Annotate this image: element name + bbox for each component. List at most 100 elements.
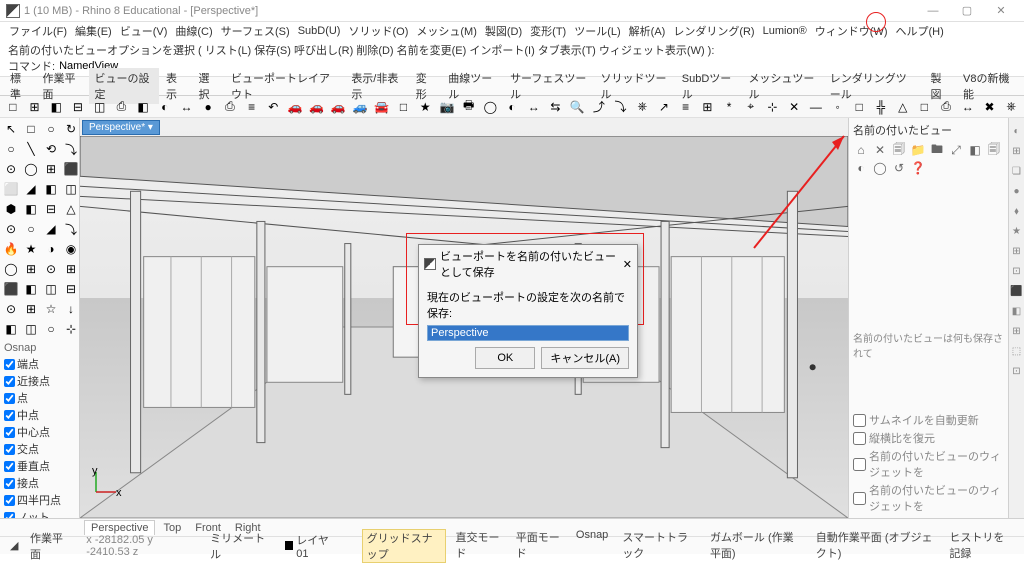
panel-tab-icon[interactable]: ⬛: [1010, 284, 1024, 298]
tool-icon[interactable]: —: [807, 98, 825, 116]
tool-icon[interactable]: *: [720, 98, 738, 116]
tool-icon[interactable]: □: [4, 98, 22, 116]
menu-item[interactable]: ツール(L): [571, 23, 623, 39]
tool-icon[interactable]: ⊟: [62, 280, 80, 298]
tool-icon[interactable]: ↔: [178, 98, 196, 116]
tool-icon[interactable]: ⎈: [1002, 98, 1020, 116]
status-toggle[interactable]: 直交モード: [452, 529, 506, 563]
tool-icon[interactable]: ⤴: [590, 98, 608, 116]
panel-tab-icon[interactable]: ⊞: [1010, 244, 1024, 258]
tool-icon[interactable]: □: [395, 98, 413, 116]
tool-icon[interactable]: ◧: [42, 180, 60, 198]
tool-icon[interactable]: 🚙: [351, 98, 369, 116]
tool-icon[interactable]: 📷: [438, 98, 456, 116]
status-toggle[interactable]: ヒストリを記録: [945, 529, 1018, 563]
status-cplane[interactable]: 作業平面: [26, 530, 72, 562]
namedview-option[interactable]: 名前の付いたビューのウィジェットを: [853, 482, 1004, 514]
dialog-close-button[interactable]: ✕: [623, 258, 632, 271]
tool-icon[interactable]: ⊞: [22, 260, 40, 278]
tool-icon[interactable]: ◧: [2, 320, 20, 338]
osnap-item[interactable]: 接点: [4, 475, 75, 491]
status-toggle[interactable]: スマートトラック: [618, 529, 700, 563]
tool-icon[interactable]: ○: [22, 220, 40, 238]
tool-icon[interactable]: ⎙: [221, 98, 239, 116]
panel-tab-icon[interactable]: ★: [1010, 224, 1024, 238]
tool-icon[interactable]: ⤵: [62, 140, 80, 158]
tool-icon[interactable]: ⬢: [2, 200, 20, 218]
tool-icon[interactable]: ⊹: [764, 98, 782, 116]
osnap-item[interactable]: 四半円点: [4, 492, 75, 508]
namedview-icon[interactable]: 📁: [910, 142, 926, 158]
tool-icon[interactable]: ★: [416, 98, 434, 116]
tool-icon[interactable]: ◑: [42, 240, 60, 258]
min-button[interactable]: —: [916, 1, 950, 21]
tool-icon[interactable]: ◫: [42, 280, 60, 298]
tool-icon[interactable]: ◯: [2, 260, 20, 278]
tool-icon[interactable]: ⤵: [612, 98, 630, 116]
tool-icon[interactable]: ⬛: [2, 280, 20, 298]
status-toggle[interactable]: グリッドスナップ: [362, 529, 446, 563]
tool-icon[interactable]: ⎈: [633, 98, 651, 116]
tool-icon[interactable]: ↔: [959, 98, 977, 116]
tool-icon[interactable]: ◧: [134, 98, 152, 116]
tool-icon[interactable]: □: [850, 98, 868, 116]
panel-tab-icon[interactable]: ◧: [1010, 304, 1024, 318]
panel-tab-icon[interactable]: ⊡: [1010, 264, 1024, 278]
dialog-cancel-button[interactable]: キャンセル(A): [541, 347, 629, 369]
status-toggle[interactable]: 平面モード: [512, 529, 566, 563]
tool-icon[interactable]: ⊙: [2, 160, 20, 178]
tool-icon[interactable]: ◧: [22, 280, 40, 298]
namedview-icon[interactable]: ⤢: [948, 142, 964, 158]
save-namedview-icon[interactable]: ⌂: [853, 142, 869, 158]
tool-icon[interactable]: ↗: [655, 98, 673, 116]
tool-icon[interactable]: ✖: [981, 98, 999, 116]
tool-icon[interactable]: ◧: [22, 200, 40, 218]
tool-icon[interactable]: ↖: [2, 120, 20, 138]
osnap-item[interactable]: 点: [4, 390, 75, 406]
namedview-icon[interactable]: ✕: [872, 142, 888, 158]
panel-tab-icon[interactable]: ●: [1010, 184, 1024, 198]
namedview-icon[interactable]: 🖿: [929, 142, 945, 158]
panel-tab-icon[interactable]: ⬧: [1010, 204, 1024, 218]
tool-icon[interactable]: ◯: [481, 98, 499, 116]
tool-icon[interactable]: ⊹: [62, 320, 80, 338]
osnap-item[interactable]: 交点: [4, 441, 75, 457]
viewport-label[interactable]: Perspective* ▾: [82, 120, 160, 135]
menu-item[interactable]: SubD(U): [295, 25, 344, 37]
tool-icon[interactable]: ╬: [872, 98, 890, 116]
tool-icon[interactable]: ⬜: [2, 180, 20, 198]
status-toggle[interactable]: 自動作業平面 (オブジェクト): [812, 529, 940, 563]
menu-item[interactable]: ウィンドウ(W): [812, 23, 891, 39]
namedview-icon[interactable]: 🗐: [891, 142, 907, 158]
tool-icon[interactable]: ⟲: [42, 140, 60, 158]
tool-icon[interactable]: ⊞: [22, 300, 40, 318]
tool-icon[interactable]: ⎙: [937, 98, 955, 116]
tool-icon[interactable]: ◫: [91, 98, 109, 116]
namedview-icon[interactable]: ❓: [910, 160, 926, 176]
menu-item[interactable]: ソリッド(O): [345, 23, 411, 39]
tool-icon[interactable]: ⌖: [742, 98, 760, 116]
panel-tab-icon[interactable]: ⊞: [1010, 324, 1024, 338]
tool-icon[interactable]: ⤵: [62, 220, 80, 238]
max-button[interactable]: ▢: [950, 1, 984, 21]
namedview-icon[interactable]: ◐: [853, 160, 869, 176]
menu-item[interactable]: メッシュ(M): [413, 23, 480, 39]
tool-icon[interactable]: ◉: [62, 240, 80, 258]
tool-icon[interactable]: ⊞: [26, 98, 44, 116]
status-toggle[interactable]: ガムボール (作業平面): [706, 529, 806, 563]
viewport[interactable]: Perspective* ▾: [80, 118, 848, 518]
status-toggle[interactable]: Osnap: [572, 529, 612, 563]
tool-icon[interactable]: ⇆: [547, 98, 565, 116]
osnap-item[interactable]: 垂直点: [4, 458, 75, 474]
tool-icon[interactable]: □: [916, 98, 934, 116]
tool-icon[interactable]: ⊙: [2, 300, 20, 318]
menu-item[interactable]: 曲線(C): [172, 23, 215, 39]
tool-icon[interactable]: 🔥: [2, 240, 20, 258]
tool-icon[interactable]: ○: [42, 320, 60, 338]
namedview-option[interactable]: 名前の付いたビューのウィジェットを: [853, 448, 1004, 480]
tool-icon[interactable]: ⬛: [62, 160, 80, 178]
tool-icon[interactable]: ⊙: [42, 260, 60, 278]
osnap-item[interactable]: 中心点: [4, 424, 75, 440]
tool-icon[interactable]: ⊞: [699, 98, 717, 116]
tool-icon[interactable]: ⊞: [42, 160, 60, 178]
